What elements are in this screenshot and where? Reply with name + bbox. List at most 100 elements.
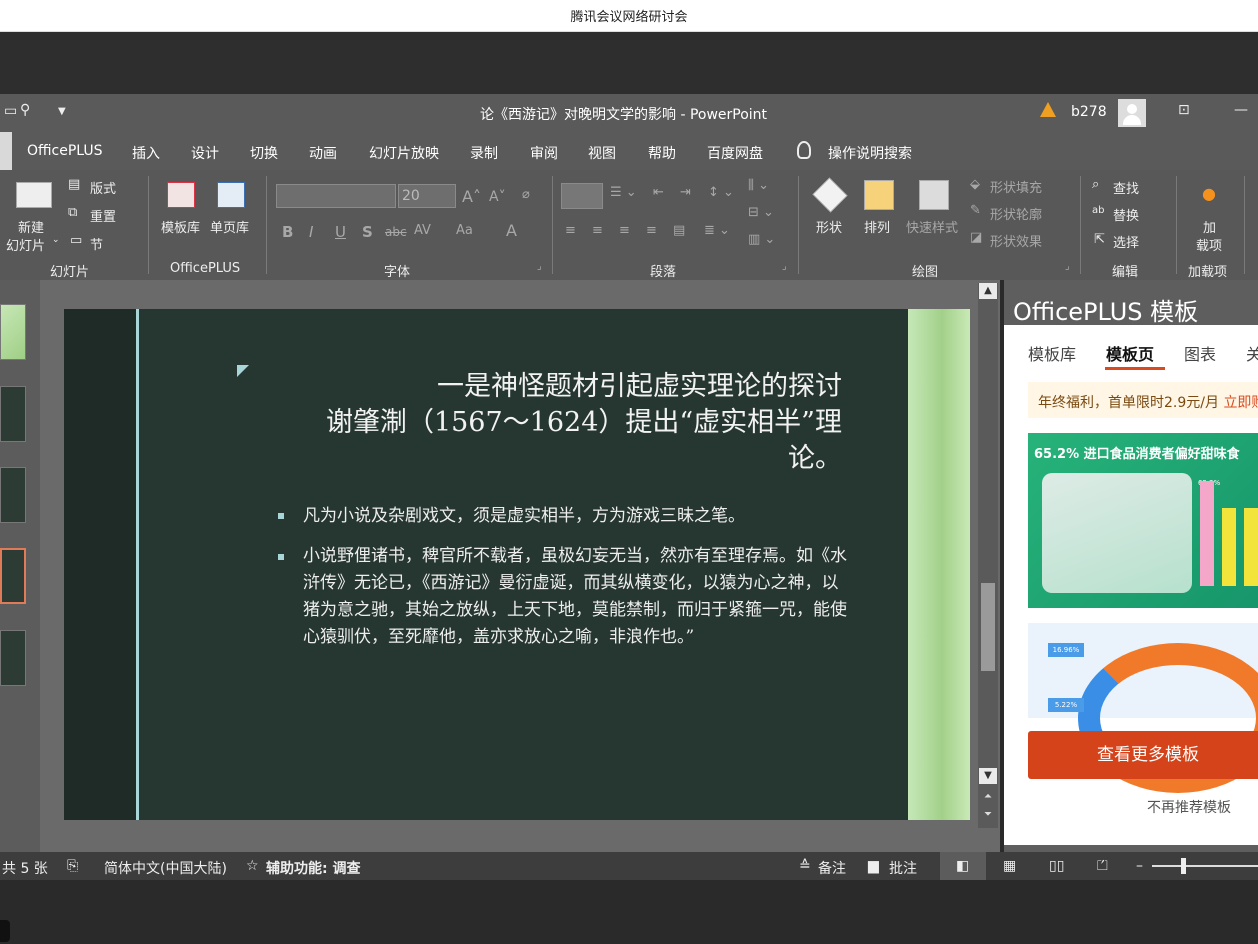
align-left-icon[interactable]: ≡ — [565, 223, 576, 238]
previous-slide-icon[interactable]: ⏶ — [979, 789, 997, 805]
warning-icon[interactable] — [1040, 102, 1056, 117]
slide-thumbnail[interactable] — [0, 467, 26, 523]
zoom-out-icon[interactable]: – — [1136, 858, 1143, 874]
slide-thumbnail[interactable] — [0, 386, 26, 442]
font-size-select[interactable]: 20 — [398, 184, 456, 208]
promo-link[interactable]: 立即购 — [1223, 395, 1258, 411]
shapes-icon[interactable] — [812, 177, 848, 213]
bold-button[interactable]: B — [282, 223, 293, 241]
slide-thumbnail[interactable] — [0, 630, 26, 686]
normal-view-button[interactable]: ◧ — [940, 852, 986, 880]
pane-tab-template-page[interactable]: 模板页 — [1106, 341, 1154, 365]
section-button[interactable]: 节 — [90, 234, 103, 253]
slide-thumbnail-selected[interactable] — [0, 548, 26, 604]
align-right-icon[interactable]: ≡ — [619, 223, 630, 238]
notes-button[interactable]: 备注 — [818, 858, 846, 878]
italic-button[interactable]: I — [309, 223, 313, 241]
align-center-icon[interactable]: ≡ — [592, 223, 603, 238]
pane-tab-charts[interactable]: 图表 — [1184, 341, 1216, 365]
slide-sorter-icon[interactable]: ▦ — [1003, 858, 1016, 874]
pane-tab-about[interactable]: 关 — [1246, 341, 1258, 365]
tab-slideshow[interactable]: 幻灯片放映 — [369, 143, 439, 163]
replace-button[interactable]: 替换 — [1113, 205, 1139, 224]
quick-styles-button[interactable]: 快速样式 — [906, 217, 958, 236]
smartart-icon[interactable]: ▥ ⌄ — [748, 232, 775, 247]
pane-tab-template-library[interactable]: 模板库 — [1028, 341, 1076, 365]
bullet-text[interactable]: 凡为小说及杂剧戏文，须是虚实相半，方为游戏三昧之笔。 — [303, 503, 848, 530]
template-card[interactable]: 16.96% 5.22% — [1028, 623, 1258, 793]
shape-outline-button[interactable]: 形状轮廓 — [990, 204, 1042, 223]
slide-title[interactable]: 一是神怪题材引起虚实理论的探讨 谢肇淛（1567～1624）提出“虚实相半”理 … — [264, 369, 842, 477]
quick-access-dropdown-icon[interactable]: ▼ — [58, 106, 66, 117]
addins-button-line2[interactable]: 载项 — [1196, 235, 1222, 254]
slideshow-view-icon[interactable]: ⏍ — [1097, 858, 1108, 874]
minimize-icon[interactable]: — — [1234, 102, 1248, 118]
user-name[interactable]: b278 — [1071, 104, 1107, 120]
distributed-icon[interactable]: ▤ — [673, 223, 685, 238]
drawing-dialog-launcher-icon[interactable]: ⌟ — [1065, 261, 1070, 272]
vertical-scrollbar[interactable]: ▲ ▼ ⏶ ⏷ — [978, 283, 998, 828]
shape-effects-button[interactable]: 形状效果 — [990, 231, 1042, 250]
change-case-button[interactable]: Aa — [456, 223, 473, 238]
line-spacing-icon[interactable]: ↕ ⌄ — [708, 185, 734, 200]
addins-button[interactable]: 加 — [1203, 217, 1216, 236]
bullets-button[interactable] — [561, 183, 603, 209]
view-more-templates-button[interactable]: 查看更多模板 — [1028, 731, 1258, 779]
tab-record[interactable]: 录制 — [470, 143, 498, 163]
numbering-icon[interactable]: ☰ ⌄ — [610, 185, 637, 200]
accessibility-status[interactable]: 辅助功能: 调查 — [266, 858, 360, 878]
new-slide-icon[interactable] — [16, 182, 52, 208]
template-library-button[interactable]: 模板库 — [161, 217, 200, 236]
quick-access-slideshow-icon[interactable]: ⚲ — [20, 102, 30, 118]
layout-button[interactable]: 版式 — [90, 178, 116, 197]
zoom-slider-thumb[interactable] — [1181, 858, 1186, 874]
template-card[interactable]: 65.2% 进口食品消费者偏好甜味食 65.2% — [1028, 433, 1258, 608]
next-slide-icon[interactable]: ⏷ — [979, 807, 997, 823]
tab-view[interactable]: 视图 — [588, 143, 616, 163]
tell-me-search[interactable]: 操作说明搜索 — [828, 143, 912, 163]
reset-button[interactable]: 重置 — [90, 206, 116, 225]
tab-animations[interactable]: 动画 — [309, 143, 337, 163]
shapes-button[interactable]: 形状 — [816, 217, 842, 236]
language-indicator[interactable]: 简体中文(中国大陆) — [104, 858, 227, 878]
columns-icon[interactable]: ≣ ⌄ — [704, 223, 730, 238]
zoom-slider-track[interactable] — [1152, 865, 1258, 867]
increase-indent-icon[interactable]: ⇥ — [680, 185, 691, 200]
font-family-select[interactable] — [276, 184, 396, 208]
current-slide[interactable]: 一是神怪题材引起虚实理论的探讨 谢肇淛（1567～1624）提出“虚实相半”理 … — [64, 309, 970, 820]
new-slide-button[interactable]: 新建 — [18, 217, 44, 236]
tab-review[interactable]: 审阅 — [530, 143, 558, 163]
no-recommend-link[interactable]: 不再推荐模板 — [1004, 797, 1258, 817]
tab-help[interactable]: 帮助 — [648, 143, 676, 163]
new-slide-dropdown[interactable]: 幻灯片 — [6, 235, 45, 254]
shrink-font-icon[interactable]: A˅ — [489, 189, 506, 205]
font-color-button[interactable]: A — [506, 221, 517, 240]
shadow-button[interactable]: S — [362, 223, 373, 241]
single-page-library-button[interactable]: 单页库 — [210, 217, 249, 236]
strikethrough-button[interactable]: abc — [385, 225, 407, 239]
spell-check-icon[interactable]: ⎘ — [67, 858, 78, 874]
decrease-indent-icon[interactable]: ⇤ — [653, 185, 664, 200]
lightbulb-icon[interactable] — [797, 141, 811, 159]
template-library-icon[interactable] — [167, 182, 195, 208]
clear-format-icon[interactable]: ⌀ — [522, 187, 530, 202]
tab-baidu-pan[interactable]: 百度网盘 — [707, 143, 763, 163]
scroll-down-icon[interactable]: ▼ — [979, 768, 997, 784]
text-direction-icon[interactable]: ⫼ ⌄ — [748, 178, 769, 193]
ribbon-display-icon[interactable]: ⊡ — [1178, 102, 1190, 118]
find-button[interactable]: 查找 — [1113, 178, 1139, 197]
tab-file-edge[interactable] — [0, 132, 12, 170]
slide-thumbnail[interactable] — [0, 304, 26, 360]
scrollbar-thumb[interactable] — [981, 583, 995, 671]
user-avatar[interactable] — [1118, 99, 1146, 127]
select-button[interactable]: 选择 — [1113, 232, 1139, 251]
scroll-up-icon[interactable]: ▲ — [979, 283, 997, 299]
tab-insert[interactable]: 插入 — [132, 143, 160, 163]
paragraph-dialog-launcher-icon[interactable]: ⌟ — [782, 261, 787, 272]
comments-button[interactable]: 批注 — [889, 858, 917, 878]
grow-font-icon[interactable]: A˄ — [462, 187, 481, 206]
single-page-library-icon[interactable] — [217, 182, 245, 208]
bullet-text[interactable]: 小说野俚诸书，稗官所不载者，虽极幻妄无当，然亦有至理存焉。如《水浒传》无论已，《… — [303, 543, 848, 651]
tab-transitions[interactable]: 切换 — [250, 143, 278, 163]
font-dialog-launcher-icon[interactable]: ⌟ — [537, 261, 542, 272]
